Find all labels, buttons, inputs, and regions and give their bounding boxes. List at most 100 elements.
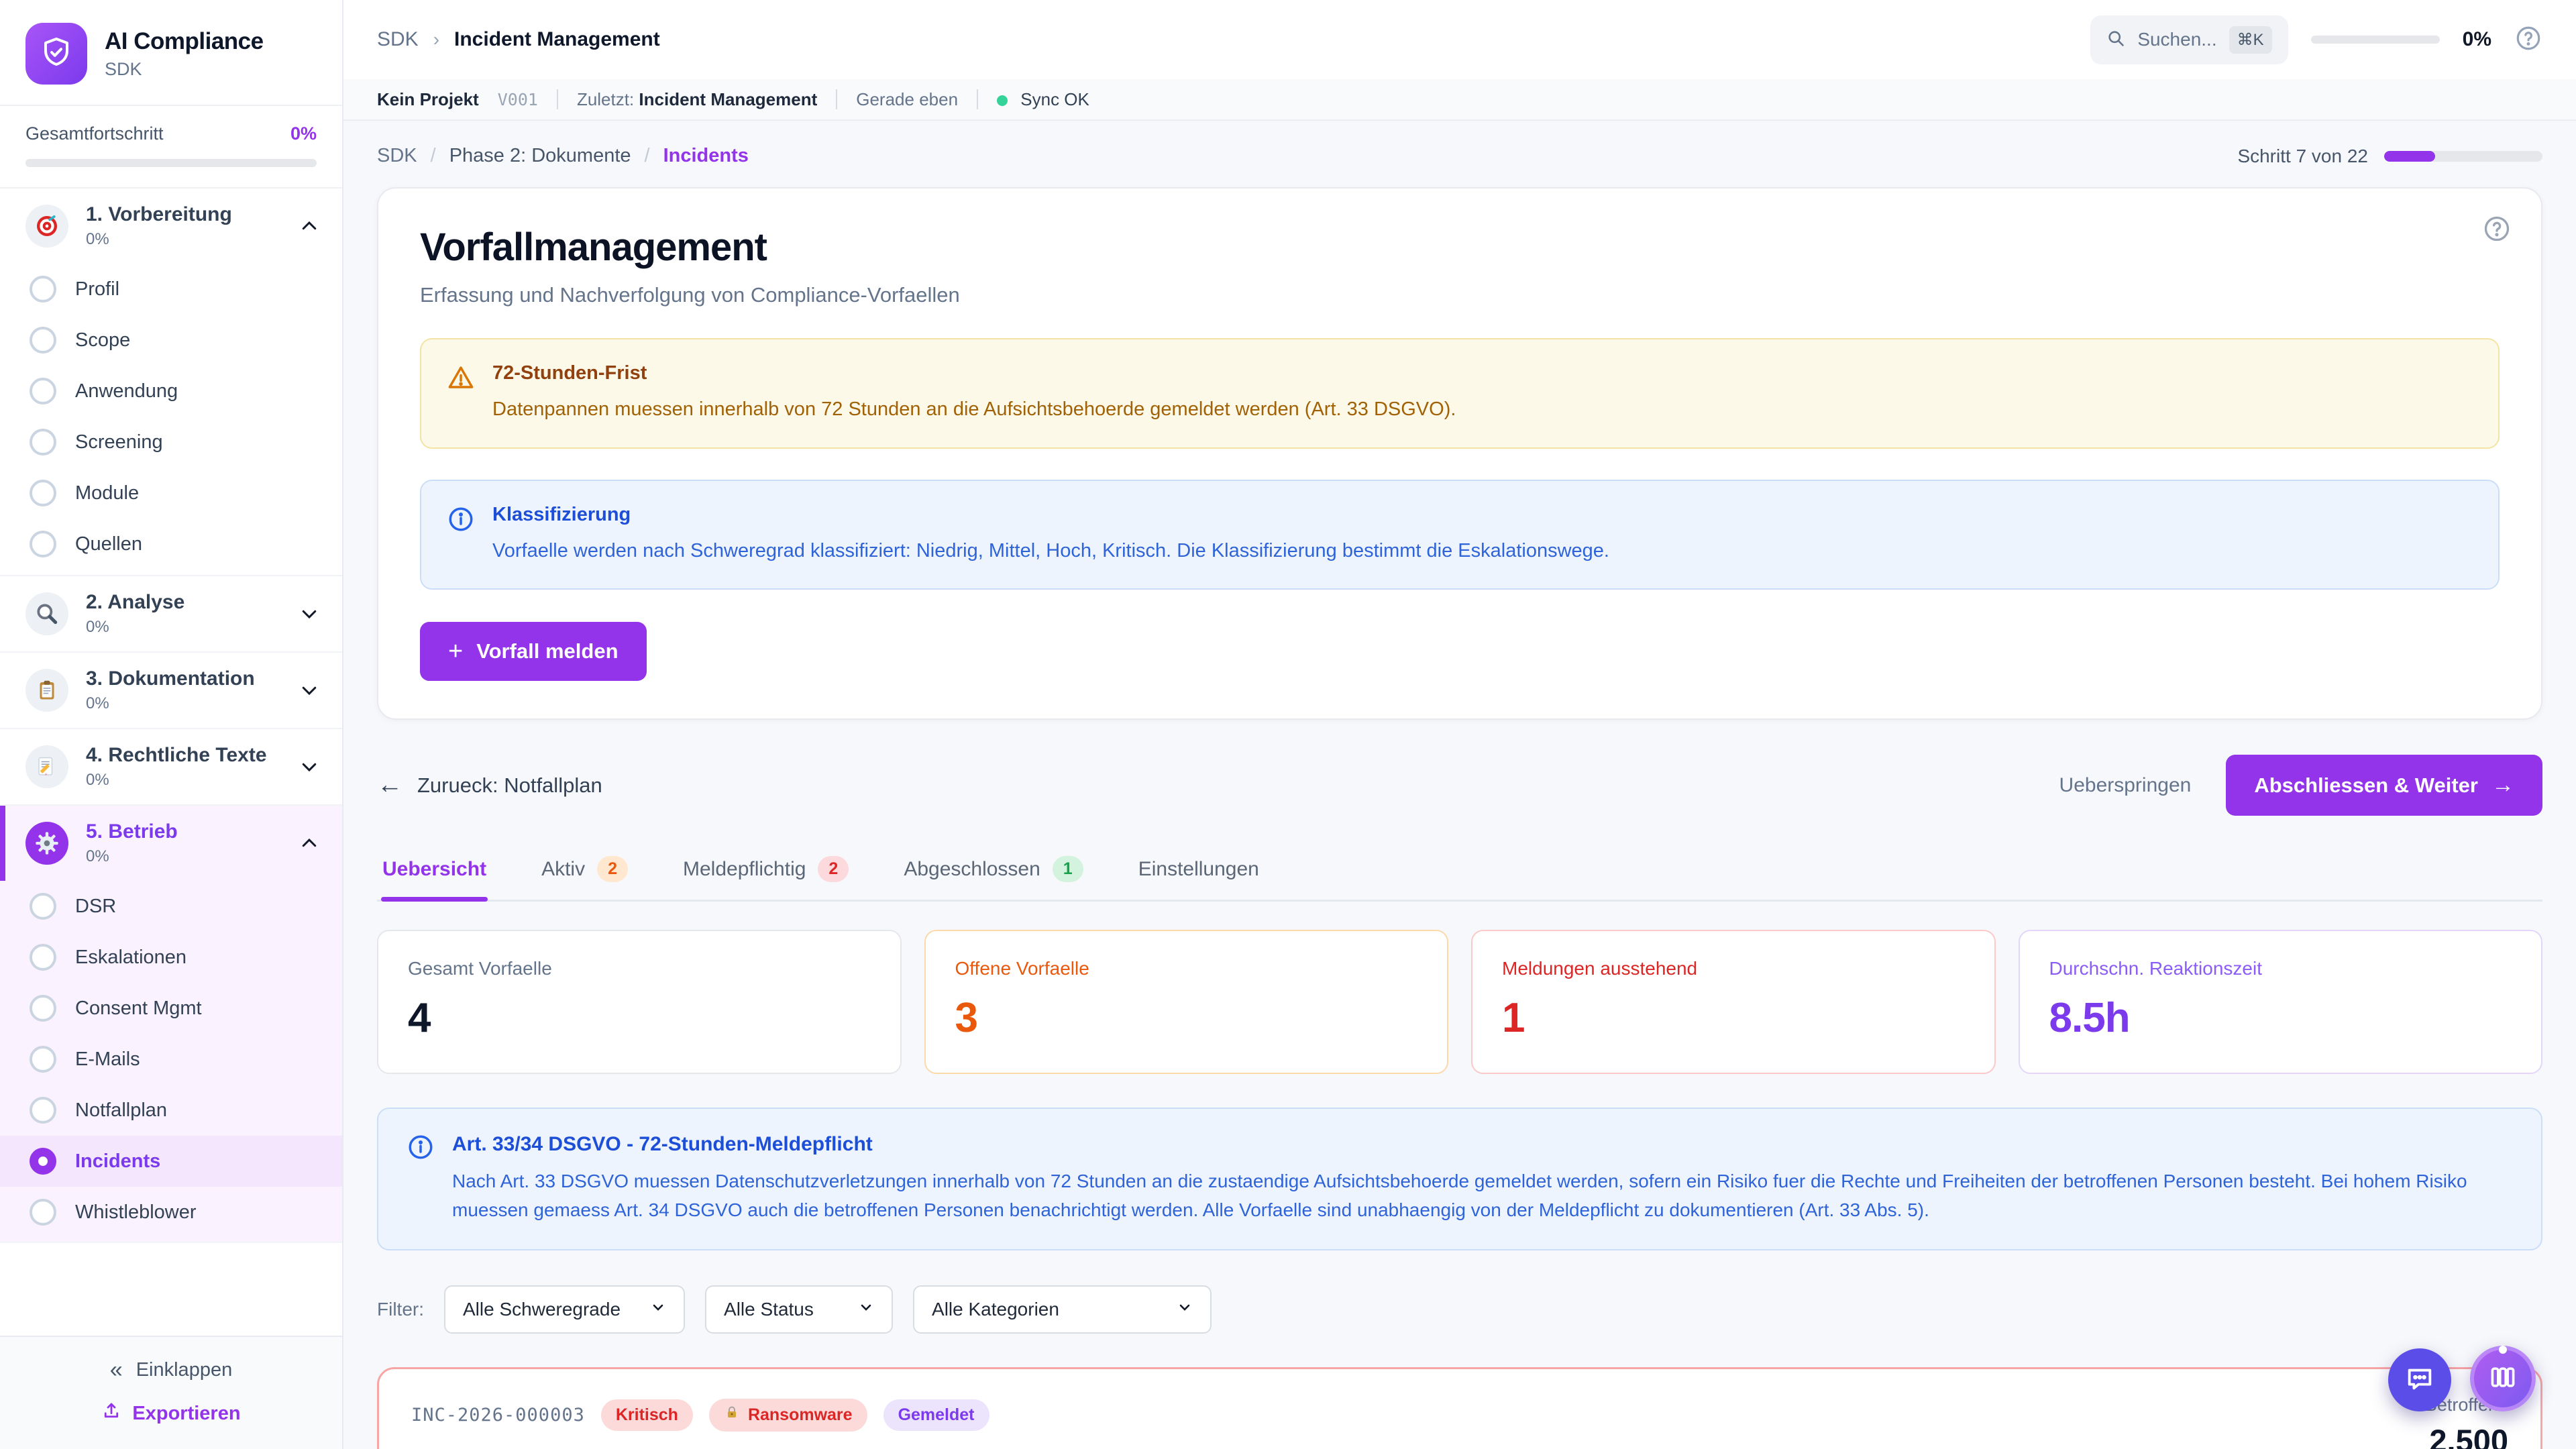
section-header-dokumentation[interactable]: 3. Dokumentation 0% [0,653,342,728]
keyboard-shortcut-badge: ⌘K [2229,26,2272,54]
sidebar-item-incidents[interactable]: Incidents [0,1136,342,1187]
back-link[interactable]: ← Zurueck: Notfallplan [377,771,602,800]
sidebar-header: AI Compliance SDK [0,0,342,106]
tab-badge: 2 [597,856,628,882]
incident-card[interactable]: INC-2026-000003 Kritisch Ransomware Geme… [377,1367,2542,1449]
chevrons-left-icon: « [110,1357,123,1383]
board-view-fab-button[interactable] [2470,1346,2536,1411]
tab-badge: 2 [818,856,849,882]
sidebar-section-rechtliche-texte: 4. Rechtliche Texte 0% [0,729,342,806]
severity-filter-select[interactable]: Alle Schweregrade [444,1285,685,1334]
report-incident-button[interactable]: + Vorfall melden [420,622,647,681]
sidebar-item-whistleblower[interactable]: Whistleblower [0,1187,342,1242]
export-button[interactable]: Exportieren [101,1401,240,1426]
sidebar-item-module[interactable]: Module [0,468,342,519]
topbar-progress-bar [2311,36,2440,44]
sidebar-item-quellen[interactable]: Quellen [0,519,342,575]
help-icon[interactable] [2514,24,2542,56]
sidebar-section-analyse: 2. Analyse 0% [0,576,342,653]
app-title: AI Compliance [105,28,264,55]
sidebar-section-vorbereitung: 1. Vorbereitung 0% Profil Scope Anwendun… [0,189,342,576]
chat-fab-button[interactable] [2388,1348,2451,1411]
sidebar-item-notfallplan[interactable]: Notfallplan [0,1085,342,1136]
collapse-sidebar-button[interactable]: « Einklappen [110,1357,232,1383]
sidebar-item-emails[interactable]: E-Mails [0,1034,342,1085]
chevron-down-icon [299,757,319,777]
sidebar-section-betrieb: 5. Betrieb 0% DSR Eskalationen Consent M… [0,806,342,1243]
radio-icon [30,378,56,405]
page-card: Vorfallmanagement Erfassung und Nachverf… [377,187,2542,720]
category-filter-select[interactable]: Alle Kategorien [913,1285,1212,1334]
sync-status: Sync OK [1020,89,1089,109]
sidebar-footer: « Einklappen Exportieren [0,1336,342,1449]
tab-einstellungen[interactable]: Einstellungen [1137,852,1260,900]
divider [977,89,978,109]
stat-cards: Gesamt Vorfaelle 4 Offene Vorfaelle 3 Me… [377,930,2542,1074]
magnifier-icon [25,592,68,635]
breadcrumb-phase[interactable]: Phase 2: Dokumente [449,145,631,167]
clipboard-icon [25,669,68,712]
radio-selected-icon [30,1148,56,1175]
info-icon [407,1133,435,1225]
sidebar-item-eskalationen[interactable]: Eskalationen [0,932,342,983]
page-subtitle: Erfassung und Nachverfolgung von Complia… [420,283,2500,307]
sidebar-item-anwendung[interactable]: Anwendung [0,366,342,417]
section-header-analyse[interactable]: 2. Analyse 0% [0,576,342,651]
arrow-right-icon: → [2491,772,2514,798]
target-icon [25,205,68,248]
section-header-betrieb[interactable]: 5. Betrieb 0% [0,806,342,881]
tab-uebersicht[interactable]: Uebersicht [381,852,488,900]
warning-body: Datenpannen muessen innerhalb von 72 Stu… [492,395,1456,425]
radio-icon [30,893,56,920]
breadcrumb-sdk[interactable]: SDK [377,145,417,167]
tab-meldepflichtig[interactable]: Meldepflichtig2 [682,852,850,900]
tab-bar: Uebersicht Aktiv2 Meldepflichtig2 Abgesc… [377,852,2542,902]
last-value: Incident Management [639,89,817,109]
memo-icon [25,745,68,788]
step-label: Schritt 7 von 22 [2237,146,2368,167]
topbar: SDK › Incident Management Suchen... ⌘K 0… [343,0,2576,79]
radio-icon [30,276,56,303]
regulation-callout: Art. 33/34 DSGVO - 72-Stunden-Meldepflic… [377,1108,2542,1250]
category-badge: Ransomware [709,1399,867,1432]
sync-status-dot [997,95,1008,106]
sidebar-nav: 1. Vorbereitung 0% Profil Scope Anwendun… [0,189,342,1336]
section-header-rechtliche-texte[interactable]: 4. Rechtliche Texte 0% [0,729,342,804]
info-icon [447,505,475,566]
upload-icon [101,1401,121,1426]
topbar-breadcrumb: SDK › Incident Management [377,28,660,51]
help-icon[interactable] [2482,214,2512,247]
radio-icon [30,1199,56,1226]
breadcrumb-root[interactable]: SDK [377,28,419,51]
warning-triangle-icon [447,364,475,425]
topbar-progress-value: 0% [2463,28,2491,51]
main-area: SDK › Incident Management Suchen... ⌘K 0… [343,0,2576,1449]
breadcrumb-incidents: Incidents [663,145,749,167]
sidebar-item-profil[interactable]: Profil [0,264,342,315]
search-icon [2106,29,2125,51]
incident-id: INC-2026-000003 [411,1405,585,1426]
sidebar-item-consent-mgmt[interactable]: Consent Mgmt [0,983,342,1034]
skip-button[interactable]: Ueberspringen [2059,774,2192,797]
sidebar-item-scope[interactable]: Scope [0,315,342,366]
sidebar-item-dsr[interactable]: DSR [0,881,342,932]
info-body: Vorfaelle werden nach Schweregrad klassi… [492,537,1609,566]
tab-aktiv[interactable]: Aktiv2 [540,852,629,900]
regulation-body: Nach Art. 33 DSGVO muessen Datenschutzve… [452,1167,2513,1225]
gear-icon [25,822,68,865]
section-header-vorbereitung[interactable]: 1. Vorbereitung 0% [0,189,342,264]
status-filter-select[interactable]: Alle Status [705,1285,893,1334]
last-label: Zuletzt: [577,89,634,109]
complete-continue-button[interactable]: Abschliessen & Weiter → [2226,755,2542,816]
status-bar: Kein Projekt V001 Zuletzt: Incident Mana… [343,79,2576,121]
chat-bubble-icon [2404,1363,2435,1397]
overall-progress-label: Gesamtfortschritt [25,123,164,144]
info-title: Klassifizierung [492,504,1609,526]
warning-callout: 72-Stunden-Frist Datenpannen muessen inn… [420,338,2500,449]
radio-icon [30,480,56,506]
search-input[interactable]: Suchen... ⌘K [2090,15,2288,64]
stat-card-total: Gesamt Vorfaelle 4 [377,930,902,1074]
tab-abgeschlossen[interactable]: Abgeschlossen1 [902,852,1084,900]
sidebar-item-screening[interactable]: Screening [0,417,342,468]
sidebar-section-dokumentation: 3. Dokumentation 0% [0,653,342,729]
